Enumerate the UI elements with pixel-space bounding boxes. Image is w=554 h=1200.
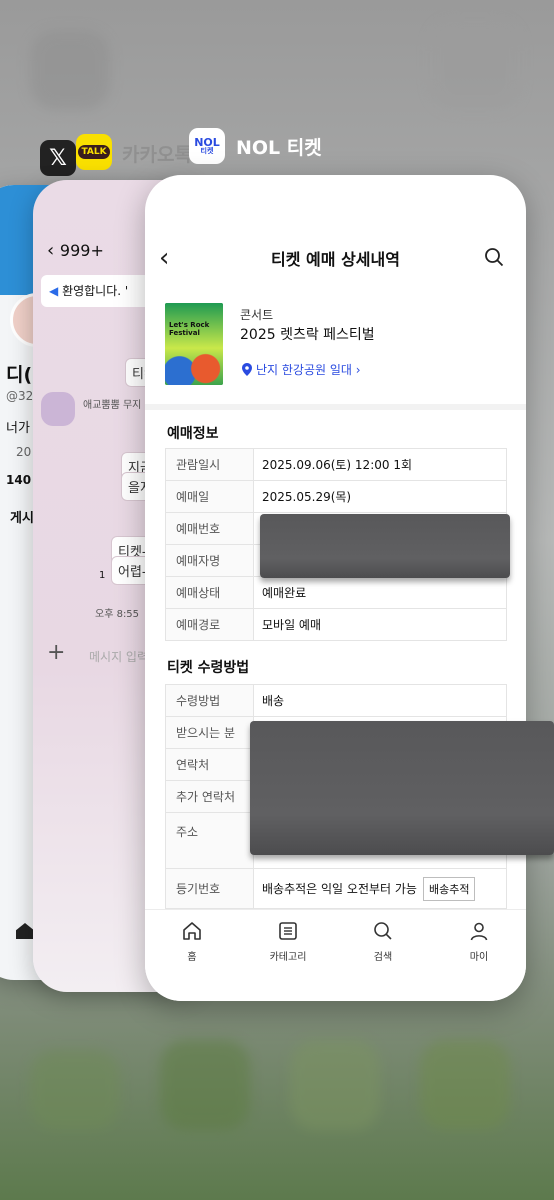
- row-value: 예매완료: [253, 576, 507, 609]
- venue-link[interactable]: 난지 한강공원 일대 ›: [242, 361, 361, 378]
- kakaotalk-app-icon[interactable]: TALK: [76, 134, 112, 170]
- event-summary[interactable]: Let's Rock Festival 콘서트 2025 렛츠락 페스티벌 난지…: [165, 303, 510, 393]
- row-label: 수령방법: [165, 684, 254, 717]
- profile-icon: [470, 922, 488, 941]
- redaction-block: [260, 514, 510, 578]
- chat-back-button[interactable]: ‹ 999+: [47, 240, 104, 261]
- tab-label: 카테고리: [269, 952, 307, 963]
- tab-category[interactable]: 카테고리: [258, 920, 318, 963]
- tab-label: 마이: [469, 952, 489, 963]
- row-label: 받으시는 분: [165, 716, 254, 749]
- poster-title: Let's Rock Festival: [169, 321, 210, 338]
- tab-my[interactable]: 마이: [449, 920, 509, 963]
- profile-name: 디(: [6, 364, 33, 386]
- row-label: 추가 연락처: [165, 780, 254, 813]
- x-app-icon[interactable]: 𝕏: [40, 140, 76, 176]
- table-row: 예매상태 예매완료: [165, 576, 507, 609]
- tracking-note: 배송추적은 익일 오전부터 가능: [262, 881, 417, 896]
- event-category: 콘서트: [240, 308, 274, 322]
- row-label: 예매자명: [165, 544, 254, 577]
- unread-marker: 1: [99, 570, 106, 581]
- table-row: 수령방법 배송: [165, 684, 507, 717]
- tab-search[interactable]: 검색: [353, 920, 413, 963]
- nol-app-label: NOL 티켓: [236, 137, 322, 159]
- profile-tab[interactable]: 게시: [10, 507, 34, 526]
- redaction-block: [250, 721, 554, 855]
- home-icon[interactable]: [16, 923, 34, 939]
- table-row: 예매경로 모바일 예매: [165, 608, 507, 641]
- nol-icon-subtext: 티켓: [200, 147, 214, 155]
- venue-text: 난지 한강공원 일대 ›: [256, 363, 361, 377]
- track-delivery-button[interactable]: 배송추적: [422, 876, 476, 901]
- table-row: 예매일 2025.05.29(목): [165, 480, 507, 513]
- add-attachment-icon[interactable]: +: [47, 640, 65, 665]
- event-name: 2025 렛츠락 페스티벌: [240, 327, 375, 343]
- row-value: 모바일 예매: [253, 608, 507, 641]
- sender-avatar: [41, 392, 75, 426]
- category-icon: [279, 922, 297, 940]
- bottom-tab-bar: 홈 카테고리 검색 마이: [145, 909, 526, 1001]
- home-icon: [183, 922, 201, 940]
- row-value: 2025.05.29(목): [253, 480, 507, 513]
- unread-count: 999+: [59, 241, 104, 260]
- nol-app-icon[interactable]: NOL 티켓: [189, 128, 225, 164]
- table-row: 관람일시 2025.09.06(토) 12:00 1회: [165, 448, 507, 481]
- search-icon[interactable]: [484, 247, 504, 267]
- tab-home[interactable]: 홈: [162, 920, 222, 963]
- location-pin-icon: [242, 363, 252, 376]
- row-label: 예매일: [165, 480, 254, 513]
- profile-bio: 너가: [6, 421, 30, 436]
- row-label: 예매상태: [165, 576, 254, 609]
- profile-handle: @32: [6, 389, 34, 403]
- top-nav: ‹ 티켓 예매 상세내역: [145, 235, 526, 279]
- event-poster: Let's Rock Festival: [165, 303, 223, 385]
- profile-stat: 140: [6, 473, 32, 487]
- tab-label: 검색: [373, 952, 393, 963]
- row-label: 등기번호: [165, 868, 254, 909]
- row-value: 2025.09.06(토) 12:00 1회: [253, 448, 507, 481]
- message-time: 오후 8:55: [95, 609, 140, 620]
- nol-ticket-app-card[interactable]: ‹ 티켓 예매 상세내역 Let's Rock Festival 콘서트 202…: [145, 175, 526, 1001]
- page-title: 티켓 예매 상세내역: [271, 250, 400, 269]
- row-value: 배송: [253, 684, 507, 717]
- row-label: 예매경로: [165, 608, 254, 641]
- tab-label: 홈: [187, 952, 197, 963]
- row-label: 예매번호: [165, 512, 254, 545]
- kakaotalk-app-label: 카카오톡: [122, 144, 192, 166]
- row-label: 관람일시: [165, 448, 254, 481]
- section-divider: [145, 404, 526, 410]
- megaphone-icon: ◀: [49, 284, 59, 298]
- booking-info-title: 예매정보: [167, 426, 219, 442]
- notice-text: 환영합니다. ': [62, 284, 129, 298]
- table-row: 등기번호 배송추적은 익일 오전부터 가능 배송추적: [165, 868, 507, 909]
- profile-meta: 20: [16, 445, 32, 459]
- kakaotalk-icon-text: TALK: [78, 145, 110, 159]
- sender-name: 애교뿜뿜 무지: [83, 400, 142, 411]
- row-label: 연락처: [165, 748, 254, 781]
- row-label: 주소: [165, 812, 254, 869]
- delivery-method-title: 티켓 수령방법: [167, 660, 250, 676]
- search-icon: [374, 922, 392, 940]
